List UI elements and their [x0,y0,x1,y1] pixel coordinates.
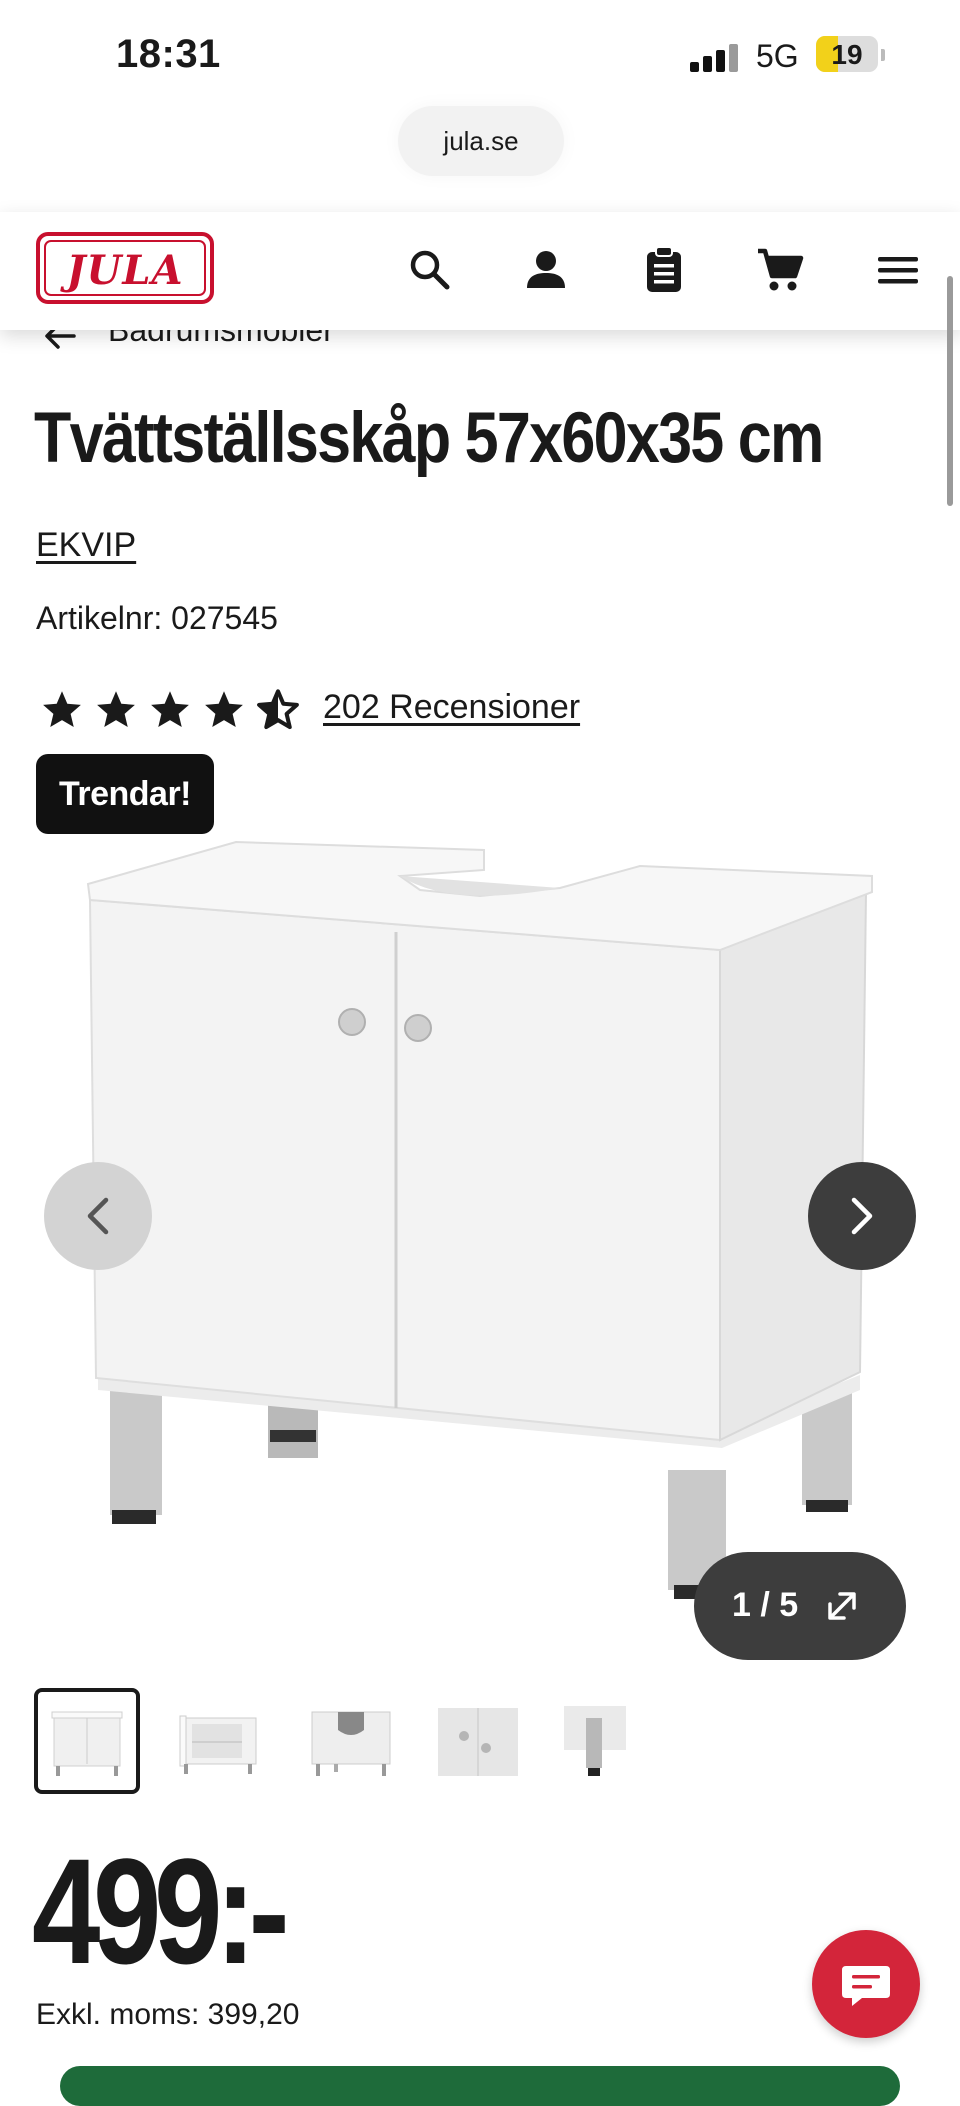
thumbnail-2[interactable] [166,1688,272,1794]
chevron-right-icon [851,1197,873,1235]
thumbnail-1[interactable] [34,1688,140,1794]
reviews-link[interactable]: 202 Recensioner [323,688,580,727]
logo-text: JULA [66,247,184,294]
star-icon [97,691,135,728]
shopping-list-icon[interactable] [636,242,692,298]
image-counter-label: 1 / 5 [732,1586,799,1624]
site-header: JULA [0,212,960,330]
brand-link[interactable]: EKVIP [36,526,136,565]
trending-badge: Trendar! [36,754,214,834]
image-counter[interactable]: 1 / 5 [694,1552,906,1660]
chevron-left-icon [87,1197,109,1235]
battery-icon: 19 [816,36,878,72]
battery-tip [881,49,885,61]
previous-image-button[interactable] [44,1162,152,1270]
thumbnail-3[interactable] [298,1688,404,1794]
scrollbar[interactable] [947,276,953,506]
price-ex-vat: Exkl. moms: 399,20 [36,1998,300,2031]
menu-icon[interactable] [870,242,926,298]
thumbnail-strip [34,1688,934,1800]
search-icon[interactable] [402,242,458,298]
chat-button[interactable] [812,1930,920,2038]
jula-logo[interactable]: JULA [36,232,214,304]
expand-icon [828,1592,856,1620]
article-number: Artikelnr: 027545 [36,600,278,636]
product-gallery[interactable]: 1 / 5 [0,830,960,1660]
signal-icon [690,42,742,72]
price: 499:- [32,1827,290,1995]
clock: 18:31 [116,32,221,76]
network-label: 5G [756,38,799,74]
battery-level: 19 [831,39,863,70]
thumbnail-5[interactable] [550,1688,656,1794]
address-bar[interactable]: jula.se [398,106,564,176]
add-to-cart-button[interactable] [60,2066,900,2106]
product-title: Tvättställsskåp 57x60x35 cm [34,399,824,478]
star-icon [43,691,81,728]
account-icon[interactable] [518,242,574,298]
star-icon [205,691,243,728]
cart-icon[interactable] [752,242,808,298]
thumbnail-4[interactable] [424,1688,530,1794]
chat-icon [842,1966,890,2006]
status-bar: 18:31 5G 19 [0,0,960,110]
star-icon [151,691,189,728]
half-star-icon [257,689,299,730]
next-image-button[interactable] [808,1162,916,1270]
